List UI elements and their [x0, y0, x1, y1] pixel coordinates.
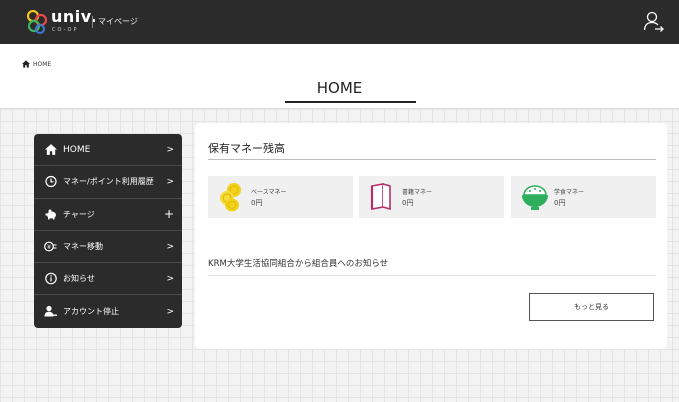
coins-icon: [220, 183, 241, 212]
header-bar: univ. CO-OP マイページ: [0, 0, 679, 44]
notice-heading: KRM大学生活協同組合から組合員へのお知らせ: [208, 259, 389, 269]
base-money-panel: ベースマネー 0円: [208, 176, 353, 218]
balance-heading: 保有マネー残高: [208, 142, 285, 155]
sidebar-item-notices[interactable]: お知らせ >: [34, 263, 182, 296]
sidebar-menu: HOME > マネー/ポイント利用履歴 > チャージ + ¥ マネー移動 > お…: [34, 134, 182, 328]
chevron-right-icon: >: [166, 144, 174, 155]
money-value: 0円: [251, 199, 263, 207]
sidebar-item-history[interactable]: マネー/ポイント利用履歴 >: [34, 166, 182, 199]
breadcrumb-label[interactable]: HOME: [33, 61, 51, 68]
sidebar-item-money-transfer[interactable]: ¥ マネー移動 >: [34, 231, 182, 264]
home-icon: [22, 60, 30, 68]
sidebar-item-label: HOME: [63, 144, 91, 155]
see-more-button[interactable]: もっと見る: [529, 293, 654, 321]
info-icon: [44, 272, 57, 285]
sidebar-item-charge[interactable]: チャージ +: [34, 199, 182, 231]
page-title: HOME: [316, 79, 363, 97]
notice-divider: [208, 275, 656, 276]
chevron-right-icon: >: [166, 306, 174, 317]
sidebar-item-label: チャージ: [63, 209, 95, 219]
brand-subtitle: CO-OP: [52, 27, 79, 33]
clock-icon: [44, 175, 57, 188]
book-icon: [370, 183, 391, 211]
home-icon: [44, 143, 57, 156]
money-value: 0円: [554, 199, 566, 207]
sidebar-item-label: お知らせ: [63, 274, 95, 284]
money-label: ベースマネー: [251, 189, 287, 196]
money-label: 学食マネー: [554, 189, 585, 196]
breadcrumb: HOME: [22, 60, 51, 68]
univ-coop-logo-icon: [26, 10, 48, 34]
brand-divider: [92, 16, 93, 28]
title-underline: [285, 101, 416, 103]
rice-bowl-icon: [522, 185, 548, 210]
user-arrow-icon[interactable]: [643, 11, 665, 33]
plus-icon: +: [163, 207, 174, 222]
heading-divider: [208, 159, 656, 160]
sidebar-item-label: アカウント停止: [63, 307, 119, 317]
money-value: 0円: [402, 199, 414, 207]
cafeteria-money-panel: 学食マネー 0円: [511, 176, 656, 218]
balance-card: 保有マネー残高 ベースマネー 0円 書籍マネー 0円 学食マネー 0円 KRM大…: [195, 123, 667, 349]
header-page-name: マイページ: [98, 17, 138, 26]
piggy-bank-icon: [44, 208, 57, 221]
money-transfer-icon: ¥: [44, 240, 57, 253]
sidebar-item-home[interactable]: HOME >: [34, 134, 182, 167]
svg-text:¥: ¥: [47, 244, 51, 251]
book-money-panel: 書籍マネー 0円: [359, 176, 504, 218]
sidebar-item-label: マネー移動: [63, 242, 103, 252]
chevron-right-icon: >: [166, 273, 174, 284]
sidebar-item-label: マネー/ポイント利用履歴: [63, 177, 154, 187]
user-stop-icon: [44, 305, 57, 318]
chevron-right-icon: >: [166, 241, 174, 252]
sidebar-item-account-stop[interactable]: アカウント停止 >: [34, 295, 182, 327]
brand-name: univ.: [51, 7, 97, 26]
chevron-right-icon: >: [166, 176, 174, 187]
money-label: 書籍マネー: [402, 189, 433, 196]
